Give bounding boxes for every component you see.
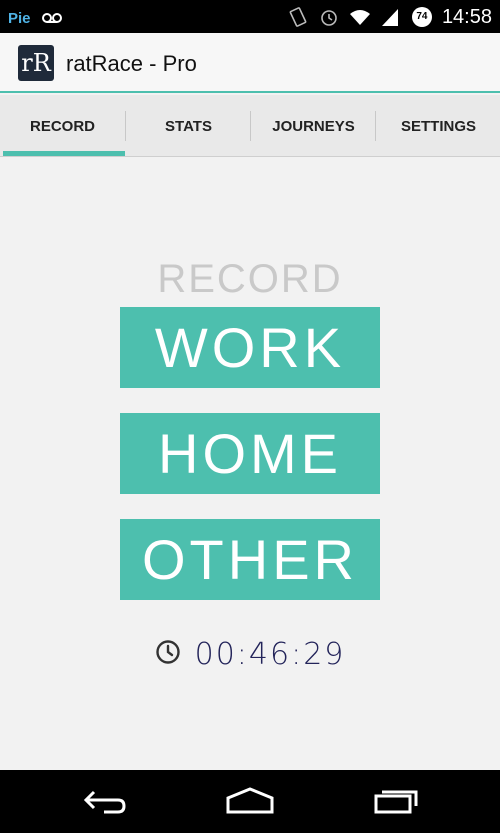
back-icon[interactable] <box>74 784 134 818</box>
timer: 00:46:29 <box>0 637 500 672</box>
app-logo[interactable]: rR <box>18 45 54 81</box>
clock-icon <box>155 639 181 670</box>
tab-journeys[interactable]: JOURNEYS <box>251 95 376 157</box>
record-heading: RECORD <box>157 257 343 301</box>
status-left: Pie <box>8 7 63 29</box>
battery-level: 74 <box>416 11 428 22</box>
timer-value: 00:46:29 <box>194 637 346 672</box>
battery-icon: 74 <box>411 6 433 28</box>
work-button[interactable]: WORK <box>120 307 380 388</box>
signal-icon <box>380 6 402 28</box>
status-time: 14:58 <box>441 5 492 28</box>
tab-stats[interactable]: STATS <box>126 95 251 157</box>
voicemail-icon <box>41 7 63 29</box>
tab-record[interactable]: RECORD <box>0 95 125 157</box>
tab-bar: RECORD STATS JOURNEYS SETTINGS <box>0 95 500 157</box>
navigation-bar <box>0 770 500 833</box>
action-bar: rR ratRace - Pro <box>0 33 500 93</box>
home-icon[interactable] <box>220 784 280 818</box>
other-button[interactable]: OTHER <box>120 519 380 600</box>
vibrate-icon <box>287 6 309 28</box>
selected-tab-indicator <box>3 151 125 156</box>
tab-settings[interactable]: SETTINGS <box>376 95 500 157</box>
status-bar: Pie 74 14:58 <box>0 0 500 33</box>
home-button[interactable]: HOME <box>120 413 380 494</box>
recents-icon[interactable] <box>366 784 426 818</box>
carrier-label: Pie <box>8 9 31 27</box>
alarm-icon <box>318 6 340 28</box>
app-title: ratRace - Pro <box>66 51 197 76</box>
wifi-icon <box>349 6 371 28</box>
status-right: 74 14:58 <box>287 4 492 30</box>
